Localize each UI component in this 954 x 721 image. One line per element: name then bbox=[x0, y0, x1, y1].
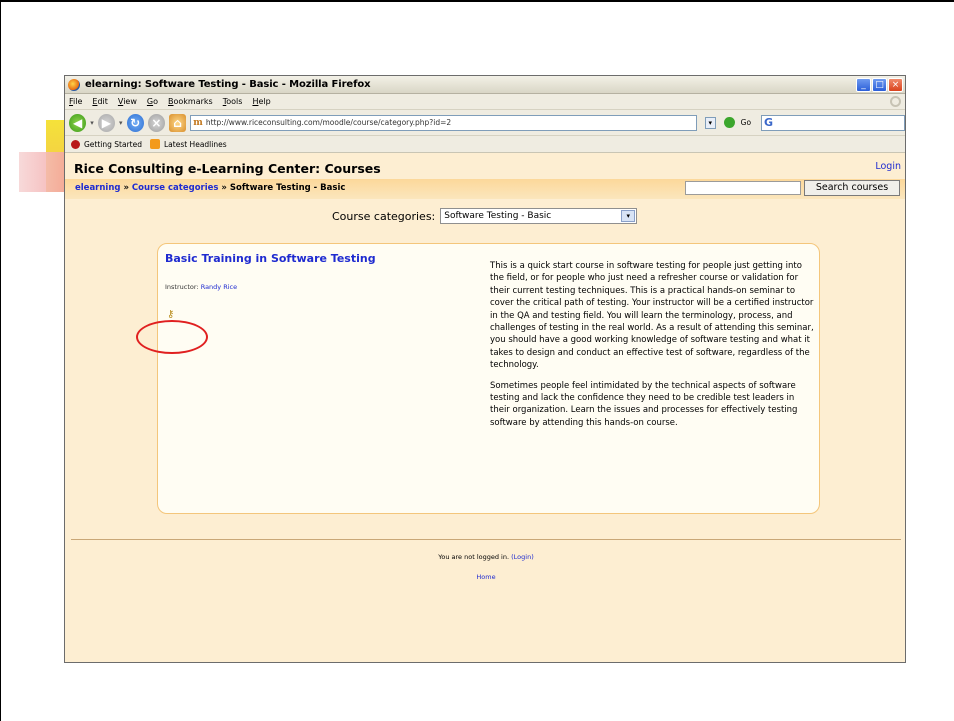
reload-icon[interactable]: ↻ bbox=[126, 113, 144, 132]
close-button[interactable]: × bbox=[888, 77, 903, 92]
course-summary: This is a quick start course in software… bbox=[490, 260, 815, 429]
menu-help[interactable]: Help bbox=[252, 97, 270, 106]
category-label: Course categories: bbox=[332, 209, 436, 223]
footer-home-link[interactable]: Home bbox=[65, 573, 905, 581]
course-title-link[interactable]: Basic Training in Software Testing bbox=[165, 252, 376, 265]
key-icon[interactable]: ⚷ bbox=[167, 309, 174, 320]
search-courses-button[interactable]: Search courses bbox=[804, 180, 900, 196]
navigation-toolbar: ◀ ▾ ▶ ▾ ↻ × ⌂ m http://www.riceconsultin… bbox=[65, 110, 905, 136]
menu-go[interactable]: Go bbox=[147, 97, 158, 106]
breadcrumb-home-link[interactable]: elearning bbox=[75, 183, 120, 193]
menu-edit[interactable]: Edit bbox=[92, 97, 108, 106]
category-selector-row: Course categories: Software Testing - Ba… bbox=[332, 208, 638, 224]
menu-bar: File Edit View Go Bookmarks Tools Help bbox=[65, 94, 905, 110]
go-arrow-icon[interactable] bbox=[724, 117, 735, 128]
navigation-strip: elearning » Course categories » Software… bbox=[65, 179, 905, 199]
address-text: http://www.riceconsulting.com/moodle/cou… bbox=[205, 118, 452, 127]
bookmark-getting-started[interactable]: Getting Started bbox=[84, 140, 142, 149]
breadcrumb-separator: » bbox=[120, 183, 132, 193]
menu-tools[interactable]: Tools bbox=[223, 97, 243, 106]
window-controls: _ □ × bbox=[856, 77, 903, 92]
menu-bookmarks[interactable]: Bookmarks bbox=[168, 97, 213, 106]
address-dropdown-icon[interactable]: ▾ bbox=[704, 116, 717, 129]
maximize-button[interactable]: □ bbox=[872, 77, 887, 92]
login-status-text: You are not logged in. bbox=[438, 553, 510, 561]
rss-icon bbox=[150, 139, 160, 149]
window-titlebar[interactable]: elearning: Software Testing - Basic - Mo… bbox=[65, 76, 905, 94]
login-status: You are not logged in. (Login) bbox=[65, 553, 905, 561]
window-title: elearning: Software Testing - Basic - Mo… bbox=[85, 79, 371, 90]
getting-started-icon bbox=[71, 139, 80, 149]
course-summary-paragraph: This is a quick start course in software… bbox=[490, 261, 814, 371]
forward-arrow-icon[interactable]: ▶ bbox=[97, 113, 116, 132]
course-search-input[interactable] bbox=[685, 181, 801, 195]
red-highlight-circle bbox=[136, 320, 208, 354]
bookmarks-toolbar: Getting Started Latest Headlines bbox=[65, 136, 905, 153]
footer-divider bbox=[71, 539, 901, 540]
breadcrumb-categories-link[interactable]: Course categories bbox=[132, 183, 219, 193]
google-icon: G bbox=[764, 115, 774, 129]
back-dropdown-icon[interactable]: ▾ bbox=[90, 119, 94, 127]
course-summary-paragraph: Sometimes people feel intimidated by the… bbox=[490, 380, 798, 428]
firefox-icon bbox=[68, 78, 80, 91]
slide-canvas: elearning: Software Testing - Basic - Mo… bbox=[0, 0, 954, 721]
search-engine-box[interactable]: G bbox=[761, 114, 905, 131]
breadcrumb-current: Software Testing - Basic bbox=[229, 183, 346, 193]
chevron-down-icon[interactable]: ▾ bbox=[621, 210, 636, 222]
menu-file[interactable]: File bbox=[69, 97, 82, 106]
throbber-icon bbox=[890, 96, 901, 107]
page-title: Rice Consulting e-Learning Center: Cours… bbox=[74, 161, 381, 176]
breadcrumb: elearning » Course categories » Software… bbox=[75, 183, 345, 193]
login-link[interactable]: Login bbox=[875, 161, 901, 172]
course-box: Basic Training in Software Testing Instr… bbox=[157, 243, 820, 514]
instructor-link[interactable]: Randy Rice bbox=[201, 283, 237, 291]
menu-view[interactable]: View bbox=[118, 97, 137, 106]
back-arrow-icon[interactable]: ◀ bbox=[69, 113, 87, 132]
breadcrumb-separator: » bbox=[218, 183, 230, 193]
site-favicon-icon: m bbox=[193, 117, 203, 128]
minimize-button[interactable]: _ bbox=[856, 77, 871, 92]
go-button-label[interactable]: Go bbox=[741, 118, 751, 127]
home-icon[interactable]: ⌂ bbox=[169, 113, 187, 132]
footer-login-link[interactable]: (Login) bbox=[511, 553, 534, 561]
address-bar[interactable]: m http://www.riceconsulting.com/moodle/c… bbox=[190, 114, 697, 131]
category-selected-value: Software Testing - Basic bbox=[444, 211, 552, 221]
category-select[interactable]: Software Testing - Basic ▾ bbox=[440, 208, 638, 224]
browser-window: elearning: Software Testing - Basic - Mo… bbox=[64, 75, 906, 663]
forward-dropdown-icon[interactable]: ▾ bbox=[119, 119, 123, 127]
course-instructor: Instructor: Randy Rice bbox=[165, 283, 237, 291]
stop-icon[interactable]: × bbox=[147, 113, 166, 132]
instructor-label: Instructor: bbox=[165, 283, 199, 291]
bookmark-latest-headlines[interactable]: Latest Headlines bbox=[164, 140, 227, 149]
